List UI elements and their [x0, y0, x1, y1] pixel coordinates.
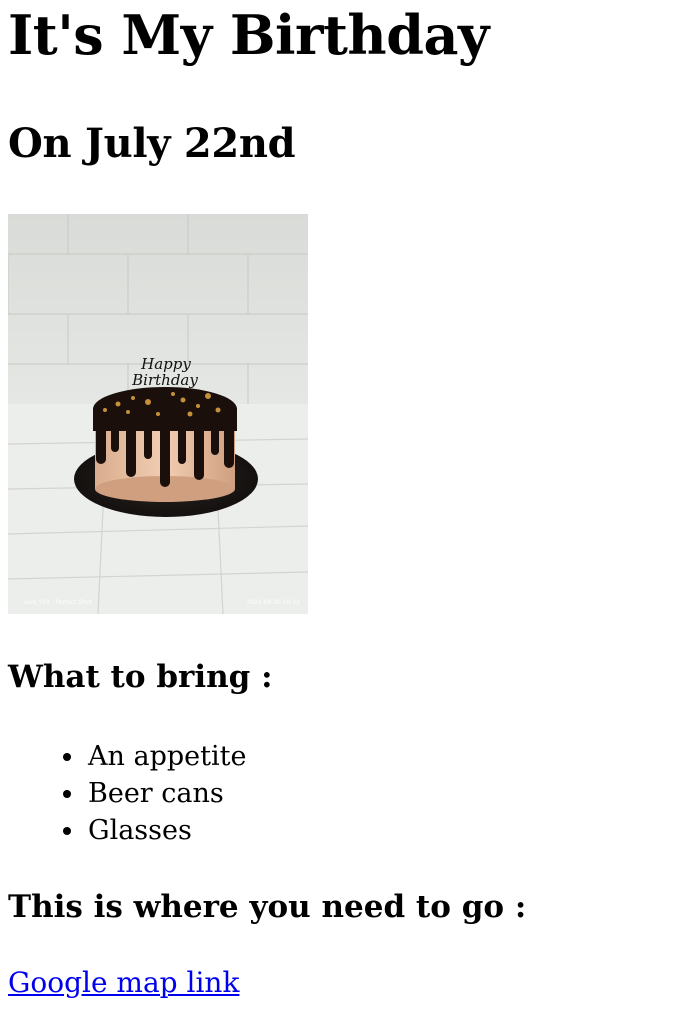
bring-list: An appetite Beer cans Glasses: [8, 738, 246, 849]
page-title: It's My Birthday: [8, 3, 489, 67]
page-subtitle: On July 22nd: [8, 120, 296, 167]
list-item: An appetite: [8, 738, 246, 775]
birthday-cake-image: Happy Birthday vivo Y19 · Perfect Shot 2…: [8, 214, 308, 614]
watermark-left-text: vivo Y19 · Perfect Shot: [24, 599, 93, 606]
bullet-icon: [63, 790, 71, 798]
what-to-bring-heading: What to bring :: [8, 659, 273, 695]
where-to-go-heading: This is where you need to go :: [8, 889, 527, 925]
bullet-icon: [63, 753, 71, 761]
list-item: Glasses: [8, 812, 246, 849]
list-item-label: Beer cans: [88, 778, 224, 809]
google-map-link[interactable]: Google map link: [8, 967, 239, 999]
watermark-right-text: 2021.08.30 18:12: [246, 599, 300, 606]
list-item: Beer cans: [8, 775, 246, 812]
list-item-label: An appetite: [88, 741, 247, 772]
topper-birthday-text: Birthday: [131, 371, 198, 389]
bullet-icon: [63, 827, 71, 835]
list-item-label: Glasses: [88, 815, 192, 846]
